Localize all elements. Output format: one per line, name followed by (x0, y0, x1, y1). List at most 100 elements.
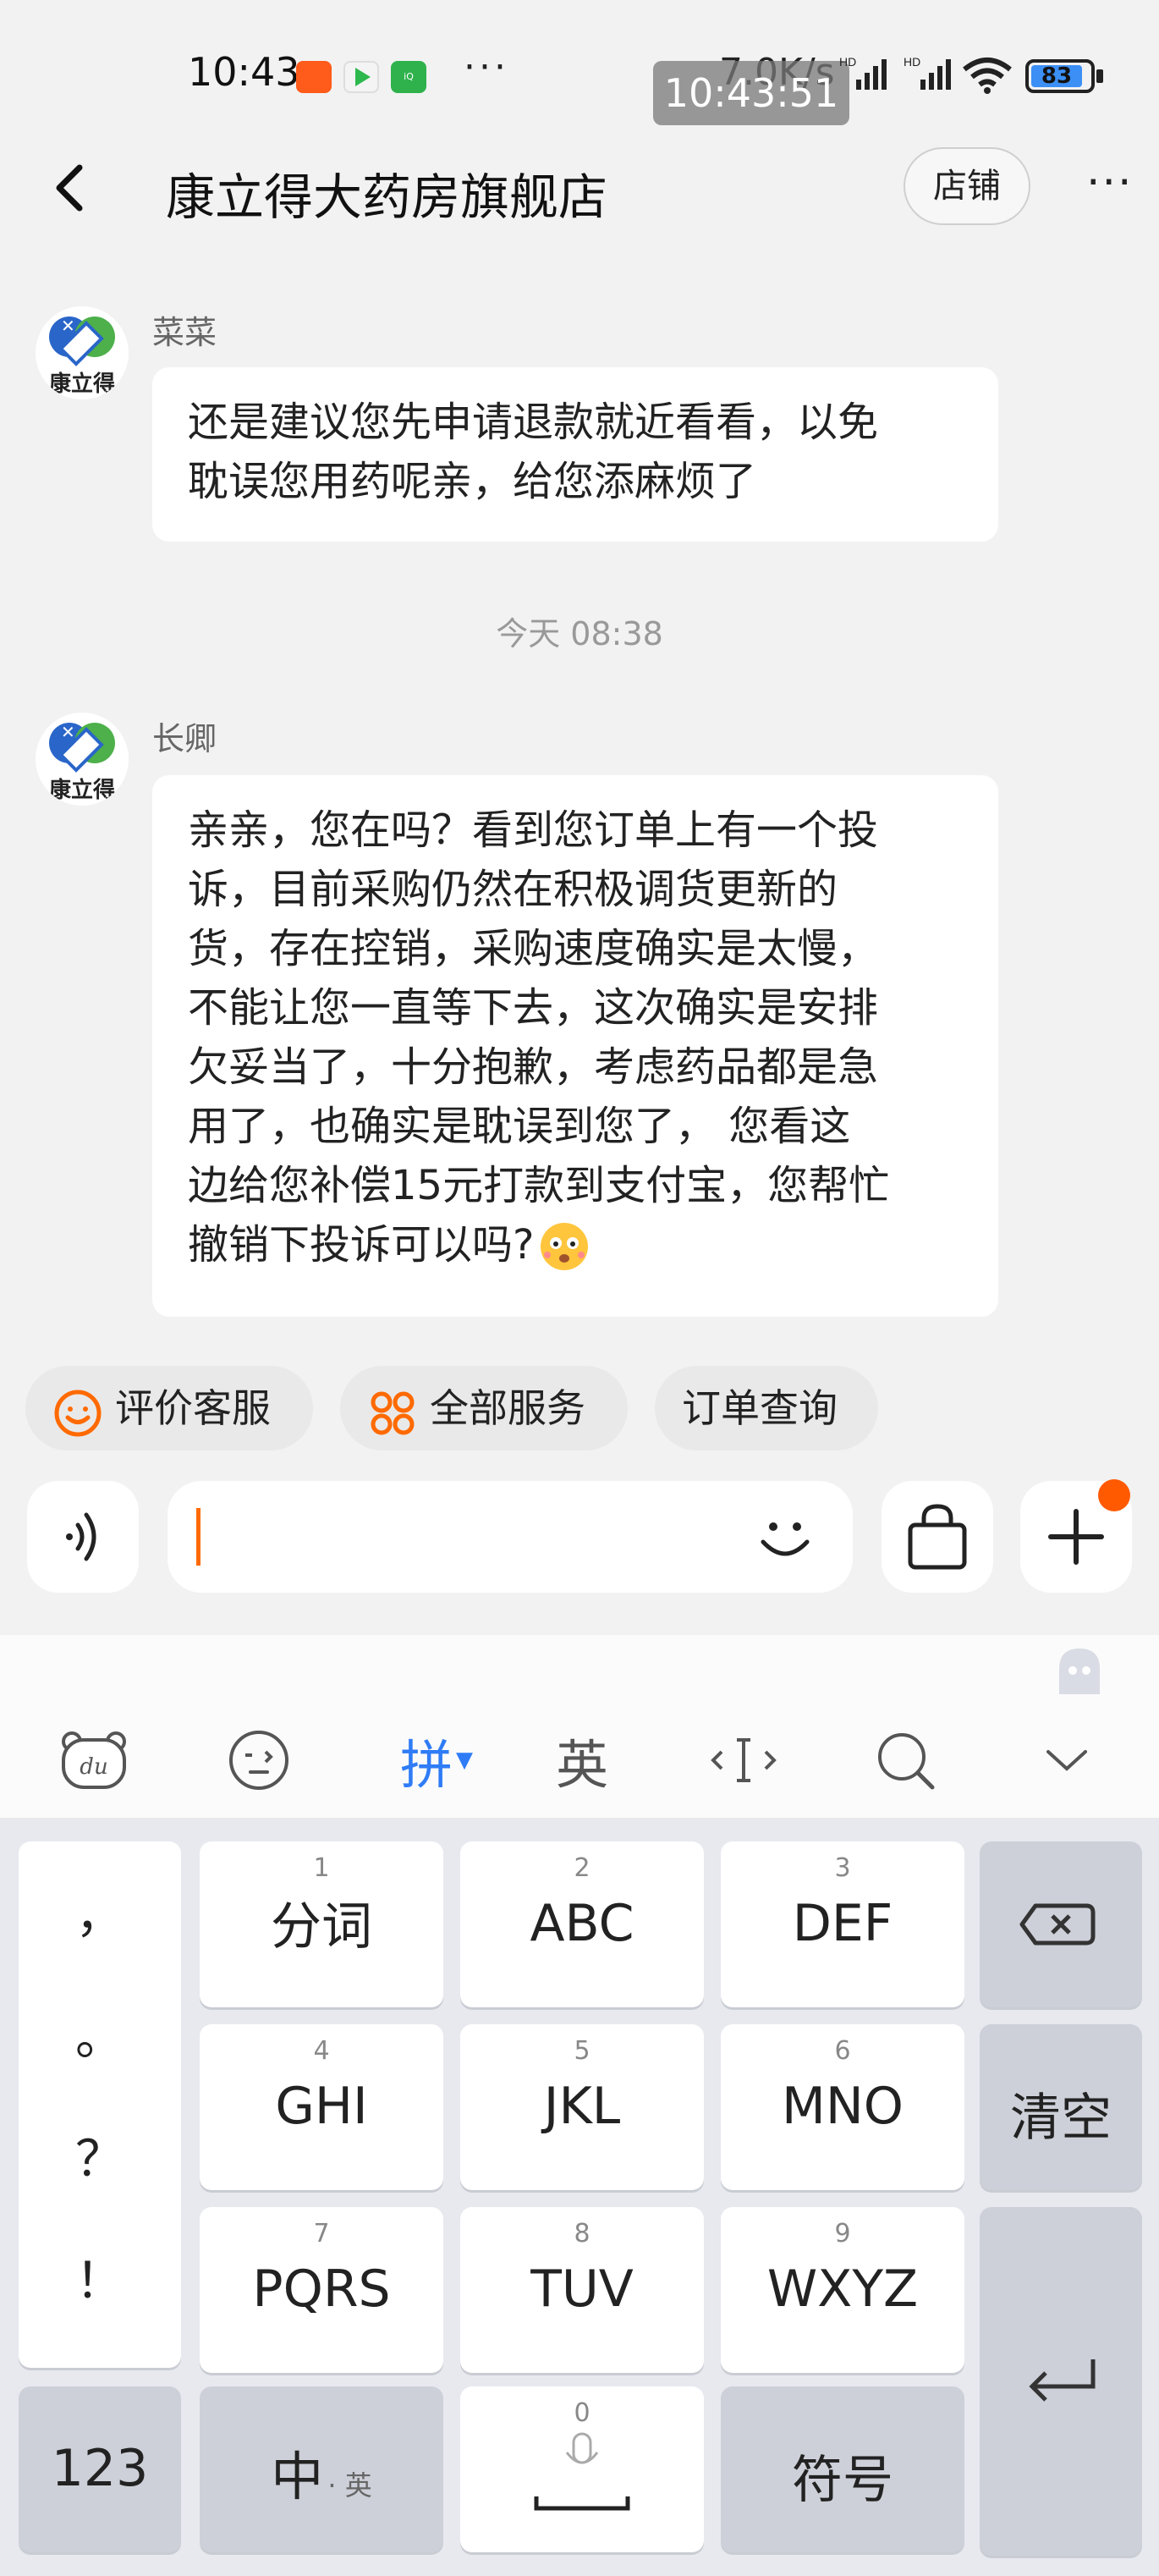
exclamation-key[interactable]: ！ (19, 2241, 181, 2312)
key-label: TUV (530, 2260, 634, 2319)
timestamp: 今天 08:38 (496, 615, 663, 652)
language-main-label: 中 (271, 2446, 324, 2507)
key-label: 分词 (271, 1897, 372, 1957)
language-switch-key[interactable]: 中 · 英 (200, 2386, 443, 2552)
key-number: 1 (313, 1853, 330, 1883)
key-number: 7 (313, 2219, 330, 2248)
pinyin-label: 拼 (399, 1734, 453, 1796)
shop-button[interactable]: 店铺 (904, 147, 1030, 225)
key-number: 6 (834, 2036, 851, 2066)
svg-text:HD: HD (839, 55, 856, 69)
emoji-panel-icon[interactable] (225, 1726, 293, 1794)
signal-icon-2: HD (904, 54, 954, 96)
message-line: 还是建议您先申请退款就近看看，以免 (188, 399, 879, 446)
message-line: 用了，也确实是耽误到您了， 您看这 (188, 1103, 851, 1150)
svg-text:✕: ✕ (61, 722, 75, 742)
comma-key[interactable]: ， (19, 1875, 181, 1946)
key-2-abc[interactable]: 2 ABC (460, 1841, 704, 2007)
question-key[interactable]: ？ (19, 2119, 181, 2190)
language-sub-label: · 英 (327, 2469, 372, 2502)
cursor-move-icon[interactable] (707, 1726, 780, 1794)
key-number: 5 (574, 2036, 590, 2066)
back-icon[interactable] (44, 161, 98, 215)
key-3-def[interactable]: 3 DEF (721, 1841, 964, 2007)
smile-icon (52, 1383, 103, 1437)
page-title: 康立得大药房旗舰店 (166, 168, 608, 226)
message-line: 耽误您用药呢亲，给您添麻烦了 (188, 458, 757, 505)
grid-icon (367, 1383, 418, 1435)
space-mic-icon (534, 2432, 630, 2511)
punctuation-column[interactable]: ， 。 ？ ！ (19, 1841, 181, 2368)
symbols-key[interactable]: 符号 (721, 2386, 964, 2552)
key-number: 9 (834, 2219, 851, 2248)
key-label: MNO (782, 2077, 904, 2136)
key-label: 清空 (1010, 2089, 1112, 2148)
svg-text:du: du (80, 1754, 107, 1780)
svg-text:✕: ✕ (61, 316, 75, 336)
chip-label: 订单查询 (682, 1385, 838, 1431)
keyboard-mascot-icon (1052, 1643, 1107, 1701)
video-app-icon (343, 61, 379, 93)
key-label: WXYZ (766, 2260, 919, 2319)
key-4-ghi[interactable]: 4 GHI (200, 2024, 443, 2190)
backspace-key[interactable] (980, 1841, 1142, 2007)
message-bubble[interactable]: 还是建议您先申请退款就近看看，以免 耽误您用药呢亲，给您添麻烦了 (152, 367, 998, 542)
chip-label: 全部服务 (430, 1385, 585, 1431)
voice-input-button[interactable] (27, 1481, 139, 1593)
collapse-keyboard-icon[interactable] (1037, 1726, 1096, 1794)
key-6-mno[interactable]: 6 MNO (721, 2024, 964, 2190)
key-number: 3 (834, 1853, 851, 1883)
message-line: 撤销下投诉可以吗? (188, 1221, 535, 1269)
svg-text:HD: HD (904, 55, 920, 69)
key-8-tuv[interactable]: 8 TUV (460, 2207, 704, 2373)
shopping-bag-button[interactable] (882, 1481, 993, 1593)
number-switch-key[interactable]: 123 (19, 2386, 181, 2552)
key-1-segment[interactable]: 1 分词 (200, 1841, 443, 2007)
message-line: 货，存在控销，采购速度确实是太慢， (188, 925, 879, 972)
period-key[interactable]: 。 (19, 1997, 181, 2068)
enter-key[interactable] (980, 2207, 1142, 2556)
key-label: GHI (275, 2077, 368, 2136)
more-notifications-icon: ··· (464, 46, 509, 89)
avatar[interactable]: ✕ 康立得 (36, 306, 129, 399)
message-bubble[interactable]: 亲亲，您在吗？看到您订单上有一个投 诉，目前采购仍然在积极调货更新的 货，存在控… (152, 775, 998, 1317)
clear-key[interactable]: 清空 (980, 2024, 1142, 2190)
message-line: 诉，目前采购仍然在积极调货更新的 (188, 866, 838, 913)
message-line: 亲亲，您在吗？看到您订单上有一个投 (188, 806, 879, 854)
notification-dot (1098, 1479, 1130, 1511)
english-mode-tab[interactable]: 英 (548, 1726, 616, 1796)
status-time: 10:43 (188, 49, 300, 95)
svg-text:康立得: 康立得 (49, 371, 115, 397)
all-services-chip[interactable]: 全部服务 (340, 1366, 628, 1450)
key-9-wxyz[interactable]: 9 WXYZ (721, 2207, 964, 2373)
battery-level: 83 (1031, 65, 1082, 87)
order-query-chip[interactable]: 订单查询 (655, 1366, 878, 1450)
emoji-icon[interactable] (751, 1503, 819, 1574)
message-line: 不能让您一直等下去，这次确实是安排 (188, 984, 879, 1032)
status-bar: 10:43 iQ ··· 7.0K/s 10:43:51 HD HD 83 (0, 0, 1159, 144)
sender-name: 菜菜 (152, 314, 217, 351)
key-number: 2 (574, 1853, 590, 1883)
key-label: 符号 (792, 2451, 893, 2510)
key-label: DEF (792, 1894, 893, 1953)
key-7-pqrs[interactable]: 7 PQRS (200, 2207, 443, 2373)
key-label: PQRS (252, 2260, 391, 2319)
more-options-icon[interactable]: ··· (1086, 157, 1134, 208)
nav-bar: 康立得大药房旗舰店 店铺 ··· (0, 144, 1159, 232)
key-5-jkl[interactable]: 5 JKL (460, 2024, 704, 2190)
key-label: ABC (530, 1894, 634, 1953)
english-label: 英 (555, 1734, 608, 1796)
avatar[interactable]: ✕ 康立得 (36, 713, 129, 806)
rate-service-chip[interactable]: 评价客服 (25, 1366, 313, 1450)
dropdown-arrow-icon: ▼ (456, 1748, 473, 1773)
search-icon[interactable] (871, 1726, 939, 1794)
space-key[interactable]: 0 (460, 2386, 704, 2552)
message-input[interactable] (168, 1481, 853, 1593)
language-switch-labels: 中 · 英 (200, 2434, 443, 2510)
message-line-with-emoji: 撤销下投诉可以吗? (188, 1215, 963, 1274)
pinyin-mode-tab[interactable]: 拼 ▼ (386, 1726, 487, 1796)
wifi-icon (961, 56, 1013, 98)
enter-icon (1029, 2359, 1096, 2402)
du-logo-icon[interactable]: du (56, 1726, 132, 1794)
message-line: 边给您补偿15元打款到支付宝，您帮忙 (188, 1162, 890, 1209)
